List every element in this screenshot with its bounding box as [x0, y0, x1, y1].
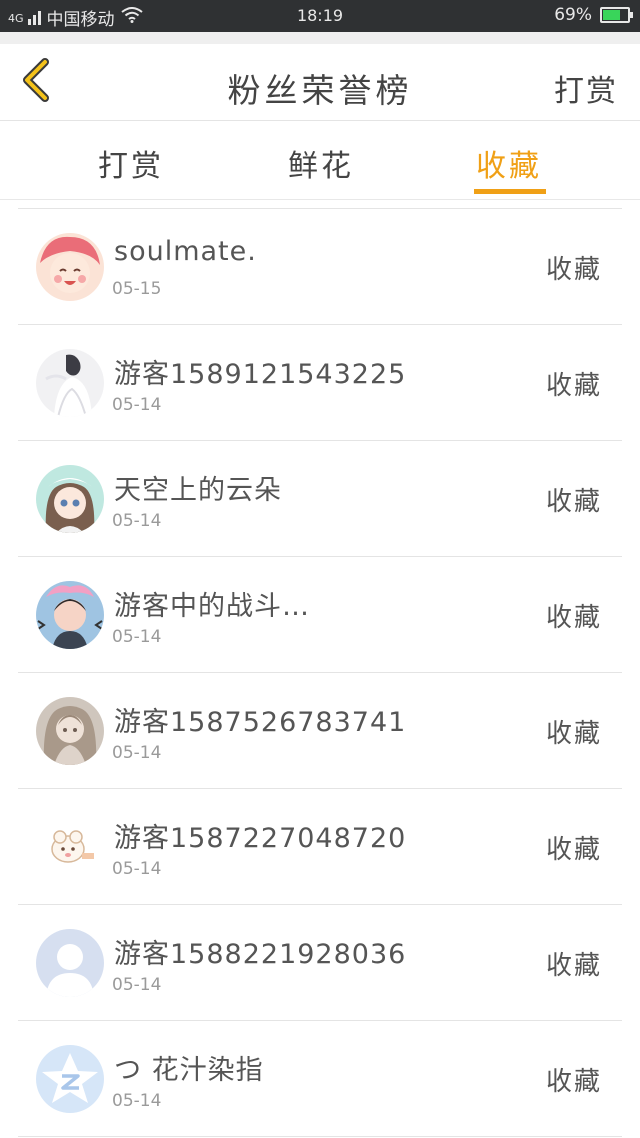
tab-bar: 打赏 鲜花 收藏: [0, 121, 640, 200]
tip-button[interactable]: 打赏: [554, 66, 618, 110]
item-type-label: 收藏: [545, 719, 602, 749]
list-item[interactable]: soulmate. 05-15 收藏: [18, 209, 622, 325]
user-name: soulmate.: [114, 236, 257, 267]
item-type-label: 收藏: [545, 835, 602, 865]
list-item[interactable]: 游客1587526783741 05-14 收藏: [18, 673, 622, 789]
item-date: 05-14: [112, 627, 162, 647]
user-name: 游客1588221928036: [114, 939, 407, 970]
active-tab-indicator: [474, 189, 546, 194]
battery-icon: [600, 7, 633, 23]
user-name: つ 花汁染指: [114, 1055, 264, 1086]
user-name: 游客1589121543225: [114, 359, 407, 390]
item-type-label: 收藏: [545, 371, 602, 401]
item-date: 05-14: [112, 743, 162, 763]
item-date: 05-14: [112, 859, 162, 879]
tab-flowers[interactable]: 鲜花: [288, 141, 354, 185]
avatar: [36, 349, 104, 417]
avatar: [36, 1045, 104, 1113]
item-date: 05-14: [112, 1091, 162, 1111]
page-title: 粉丝荣誉榜: [227, 71, 413, 110]
tab-favorites[interactable]: 收藏: [476, 141, 542, 185]
list-item[interactable]: つ 花汁染指 05-14 收藏: [18, 1021, 622, 1137]
item-type-label: 收藏: [545, 255, 602, 285]
item-type-label: 收藏: [545, 951, 602, 981]
header-spacer: [0, 32, 640, 44]
item-date: 05-14: [112, 511, 162, 531]
item-type-label: 收藏: [545, 603, 602, 633]
item-type-label: 收藏: [545, 487, 602, 517]
item-date: 05-15: [112, 279, 162, 299]
avatar: [36, 465, 104, 533]
list-item[interactable]: 游客1589121543225 05-14 收藏: [18, 325, 622, 441]
status-time: 18:19: [296, 6, 344, 25]
fan-list: soulmate. 05-15 收藏 游客1589121543225 05-14…: [18, 208, 622, 1137]
item-date: 05-14: [112, 975, 162, 995]
user-name: 天空上的云朵: [114, 475, 282, 506]
list-item[interactable]: 游客1588221928036 05-14 收藏: [18, 905, 622, 1021]
item-date: 05-14: [112, 395, 162, 415]
avatar: [36, 697, 104, 765]
user-name: 游客中的战斗…: [114, 591, 310, 622]
avatar: [36, 813, 104, 881]
avatar: [36, 233, 104, 301]
status-bar: 4G 中国移动 18:19 69%: [0, 0, 640, 32]
user-name: 游客1587526783741: [114, 707, 407, 738]
navigation-bar: 粉丝荣誉榜 打赏: [0, 44, 640, 121]
tab-tip[interactable]: 打赏: [98, 141, 164, 185]
user-name: 游客1587227048720: [114, 823, 407, 854]
list-item[interactable]: 游客1587227048720 05-14 收藏: [18, 789, 622, 905]
avatar: [36, 581, 104, 649]
avatar: [36, 929, 104, 997]
item-type-label: 收藏: [545, 1067, 602, 1097]
list-item[interactable]: 天空上的云朵 05-14 收藏: [18, 441, 622, 557]
battery-fill: [603, 10, 620, 20]
battery-percent: 69%: [554, 5, 592, 25]
status-right: 69%: [554, 5, 633, 25]
list-item[interactable]: 游客中的战斗… 05-14 收藏: [18, 557, 622, 673]
